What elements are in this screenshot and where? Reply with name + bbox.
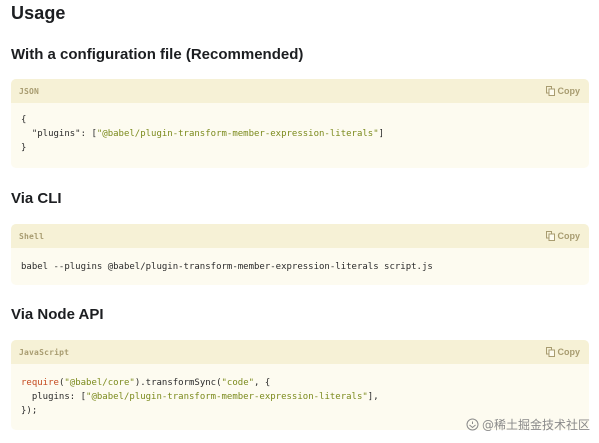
code-string: "code": [221, 378, 255, 388]
code-line: "plugins": ["@babel/plugin-transform-mem…: [21, 127, 579, 141]
watermark: @稀土掘金技术社区: [466, 416, 590, 433]
code-function: require: [21, 378, 59, 388]
section-heading-node-api: Via Node API: [11, 306, 104, 323]
copy-label: Copy: [557, 231, 581, 241]
code-token: "plugins": [: [21, 129, 97, 139]
code-header: Shell Copy: [11, 224, 589, 248]
section-heading-config: With a configuration file (Recommended): [11, 46, 304, 63]
copy-button[interactable]: Copy: [545, 231, 581, 241]
code-string: "@babel/plugin-transform-member-expressi…: [96, 129, 379, 139]
copy-button[interactable]: Copy: [545, 86, 581, 96]
code-content: { "plugins": ["@babel/plugin-transform-m…: [11, 103, 589, 155]
copy-label: Copy: [557, 347, 581, 357]
code-token: ],: [367, 392, 379, 402]
code-token: ).transformSync(: [134, 378, 222, 388]
section-heading-cli: Via CLI: [11, 190, 62, 207]
code-block-shell: Shell Copy babel --plugins @babel/plugin…: [11, 224, 589, 285]
code-line: }: [21, 143, 27, 153]
watermark-text: @稀土掘金技术社区: [481, 418, 590, 432]
copy-icon: [545, 231, 555, 241]
juejin-logo-icon: [466, 418, 479, 431]
code-language-label: JavaScript: [19, 347, 70, 357]
code-token: plugins: [: [21, 392, 87, 402]
code-content: require("@babel/core").transformSync("co…: [11, 364, 589, 418]
code-language-label: JSON: [19, 86, 40, 96]
code-content: babel --plugins @babel/plugin-transform-…: [11, 248, 589, 274]
code-line: babel --plugins @babel/plugin-transform-…: [21, 262, 433, 272]
code-language-label: Shell: [19, 231, 45, 241]
code-line: plugins: ["@babel/plugin-transform-membe…: [21, 390, 579, 404]
copy-label: Copy: [557, 86, 581, 96]
code-string: "@babel/core": [64, 378, 135, 388]
code-token: , {: [254, 378, 271, 388]
code-token: ]: [378, 129, 385, 139]
code-header: JavaScript Copy: [11, 340, 589, 364]
code-header: JSON Copy: [11, 79, 589, 103]
code-block-json: JSON Copy { "plugins": ["@babel/plugin-t…: [11, 79, 589, 168]
copy-icon: [545, 347, 555, 357]
docs-page: Usage With a configuration file (Recomme…: [0, 0, 599, 443]
code-string: "@babel/plugin-transform-member-expressi…: [86, 392, 368, 402]
page-title: Usage: [11, 3, 66, 23]
copy-button[interactable]: Copy: [545, 347, 581, 357]
code-line: {: [21, 115, 27, 125]
code-line: require("@babel/core").transformSync("co…: [21, 376, 579, 390]
copy-icon: [545, 86, 555, 96]
